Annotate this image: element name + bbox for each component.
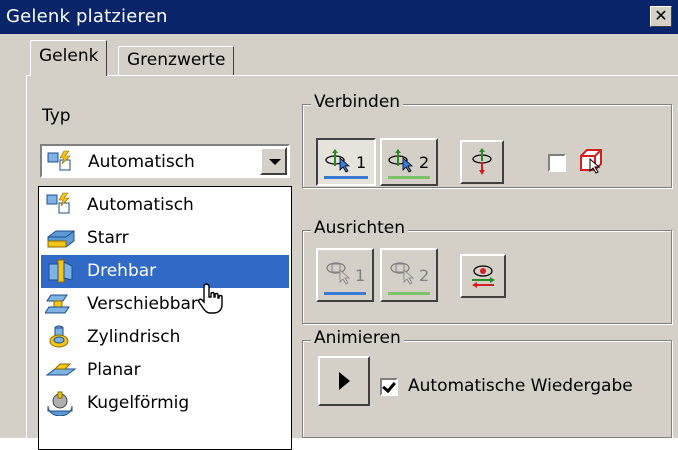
- slider-joint-icon: [44, 291, 77, 321]
- dropdown-item-label: Starr: [87, 228, 129, 248]
- close-button[interactable]: ✕: [650, 6, 672, 27]
- dropdown-item-automatisch[interactable]: Automatisch: [41, 189, 289, 222]
- typ-dropdown-list: Automatisch Starr Drehbar Verschiebbar Z…: [38, 186, 292, 450]
- hand-cursor-icon: [198, 283, 223, 314]
- dropdown-item-verschiebbar[interactable]: Verschiebbar: [41, 288, 289, 321]
- title-bar: Gelenk platzieren ✕: [0, 0, 678, 34]
- dropdown-item-drehbar[interactable]: Drehbar: [41, 255, 289, 288]
- rigid-joint-icon: [45, 225, 77, 255]
- tab-grenzwerte[interactable]: Grenzwerte: [118, 46, 235, 76]
- dropdown-item-planar[interactable]: Planar: [41, 354, 289, 387]
- ball-joint-icon: [45, 390, 77, 420]
- dropdown-item-starr[interactable]: Starr: [41, 222, 289, 255]
- cylindrical-joint-icon: [45, 324, 77, 354]
- dropdown-item-label: Zylindrisch: [87, 327, 181, 347]
- planar-joint-icon: [45, 357, 77, 387]
- dropdown-item-label: Verschiebbar: [87, 294, 198, 314]
- dropdown-item-label: Planar: [87, 360, 141, 380]
- dropdown-item-zylindrisch[interactable]: Zylindrisch: [41, 321, 289, 354]
- tab-gelenk[interactable]: Gelenk: [30, 40, 108, 76]
- dropdown-item-kugelfoermig[interactable]: Kugelförmig: [41, 387, 289, 420]
- dialog-body: Gelenk Grenzwerte Typ Automatisch Automa…: [0, 34, 678, 450]
- rotational-joint-icon: [45, 258, 77, 288]
- window-title: Gelenk platzieren: [6, 6, 168, 27]
- dropdown-item-label: Automatisch: [87, 195, 194, 215]
- automatic-joint-icon: [45, 192, 75, 222]
- dropdown-item-label: Kugelförmig: [87, 393, 190, 413]
- dropdown-item-label: Drehbar: [87, 261, 157, 281]
